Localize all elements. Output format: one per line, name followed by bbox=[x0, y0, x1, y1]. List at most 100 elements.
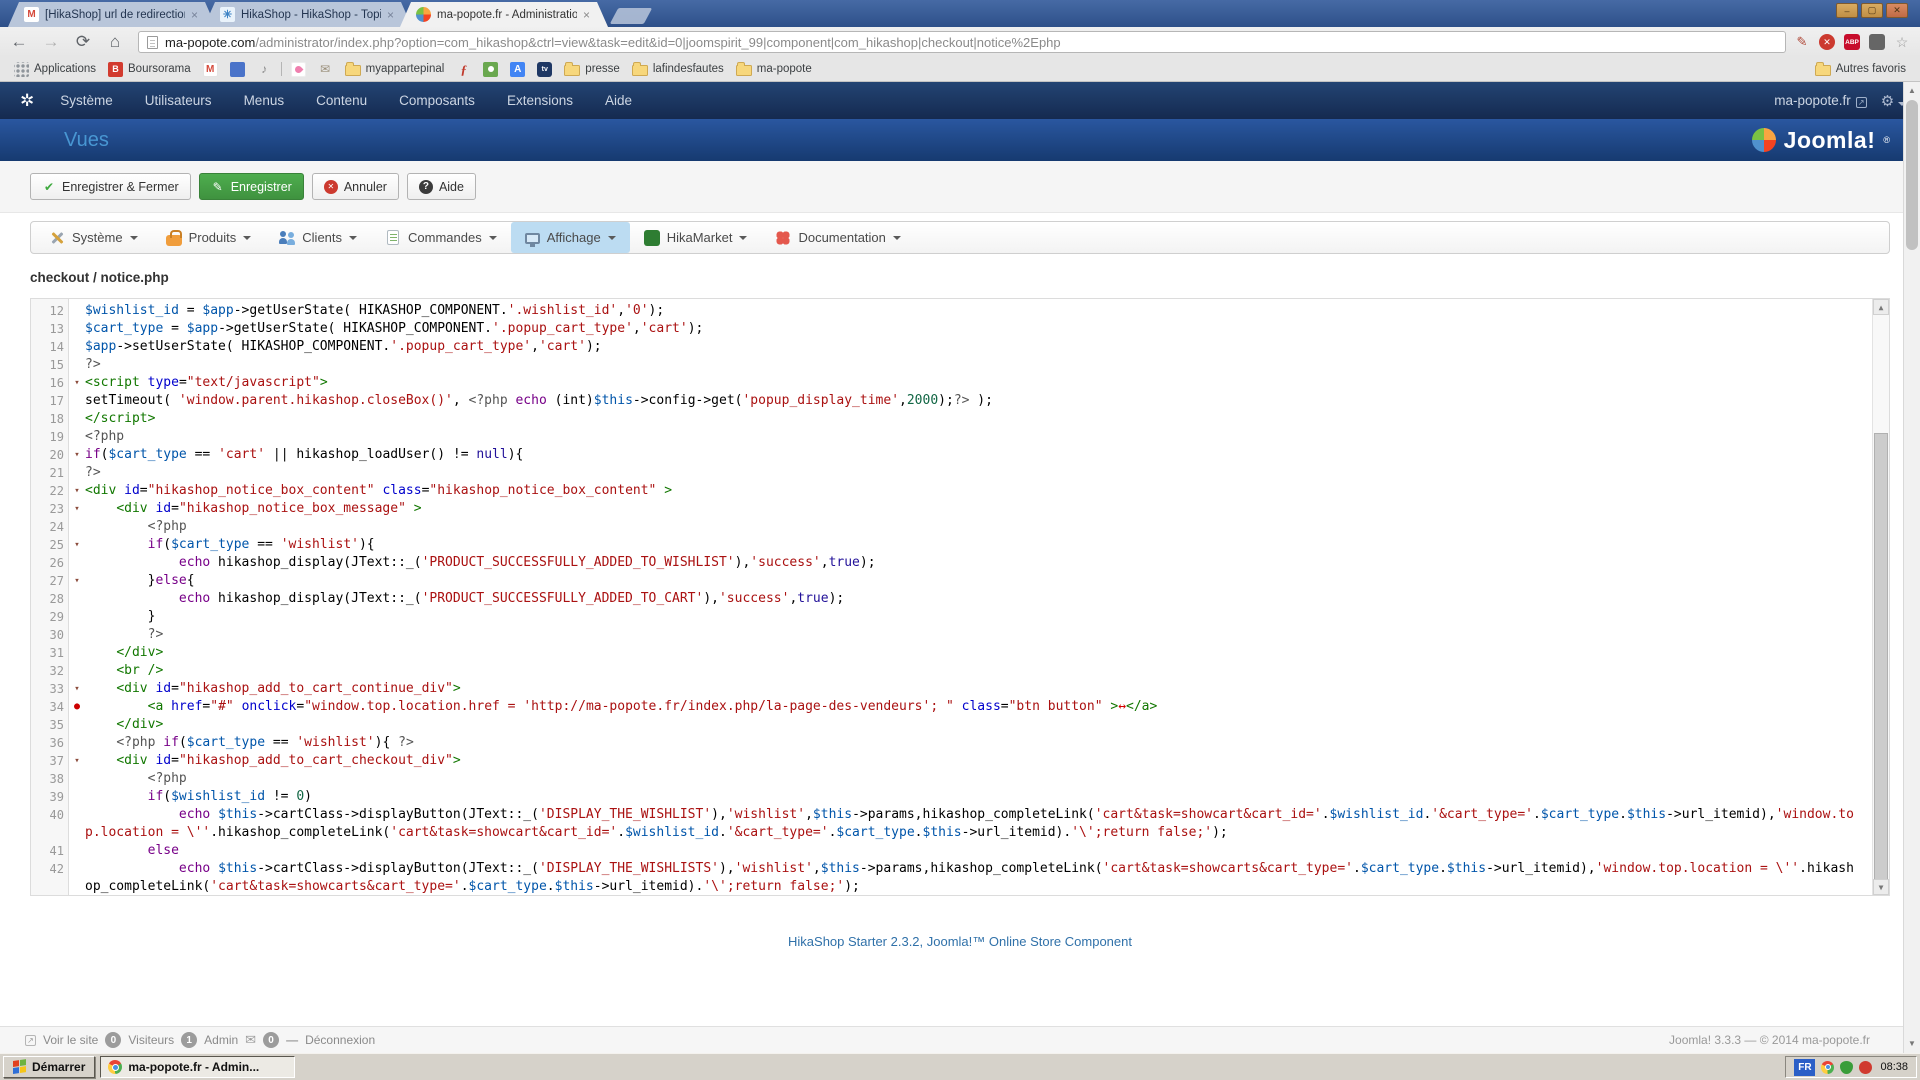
code-line[interactable]: 40 echo $this->cartClass->displayButton(… bbox=[31, 806, 1889, 842]
joomla-nav-item-composants[interactable]: Composants bbox=[383, 82, 491, 119]
bookmark-item[interactable]: ✉ bbox=[312, 60, 339, 79]
bookmark-item[interactable] bbox=[477, 60, 504, 79]
hikashop-menu-clients[interactable]: Clients bbox=[265, 222, 371, 253]
bookmark-item[interactable]: ♪ bbox=[251, 60, 278, 79]
bookmark-item[interactable] bbox=[285, 60, 312, 79]
maximize-button[interactable]: ▢ bbox=[1861, 3, 1883, 18]
forward-button[interactable]: → bbox=[38, 30, 64, 54]
bookmark-item[interactable]: BBoursorama bbox=[102, 60, 197, 79]
editor-scrollbar[interactable]: ▲ ▼ bbox=[1872, 299, 1889, 895]
code-line[interactable]: 32 <br /> bbox=[31, 662, 1889, 680]
hikashop-menu-systeme[interactable]: Système bbox=[35, 222, 152, 253]
joomla-nav-item-extensions[interactable]: Extensions bbox=[491, 82, 589, 119]
start-button[interactable]: Démarrer bbox=[3, 1056, 95, 1078]
chrome-tray-icon[interactable] bbox=[1821, 1061, 1834, 1074]
code-line[interactable]: 39 if($wishlist_id != 0) bbox=[31, 788, 1889, 806]
code-line[interactable]: 41 else bbox=[31, 842, 1889, 860]
bookmark-item[interactable]: A bbox=[504, 60, 531, 79]
code-editor[interactable]: 12$wishlist_id = $app->getUserState( HIK… bbox=[30, 298, 1890, 896]
code-line[interactable]: 13$cart_type = $app->getUserState( HIKAS… bbox=[31, 320, 1889, 338]
new-tab-button[interactable] bbox=[610, 8, 653, 24]
code-line[interactable]: 21?> bbox=[31, 464, 1889, 482]
tab-close-icon[interactable]: × bbox=[583, 8, 590, 22]
bookmark-item[interactable]: presse bbox=[558, 60, 626, 78]
code-line[interactable]: 36 <?php if($cart_type == 'wishlist'){ ?… bbox=[31, 734, 1889, 752]
code-line[interactable]: 35 </div> bbox=[31, 716, 1889, 734]
page-scrollbar[interactable]: ▲ ▼ bbox=[1903, 82, 1920, 1053]
bookmark-item[interactable]: ma-popote bbox=[730, 60, 818, 78]
code-line[interactable]: 31 </div> bbox=[31, 644, 1889, 662]
page-scroll-up-icon[interactable]: ▲ bbox=[1904, 82, 1920, 98]
code-line[interactable]: 14$app->setUserState( HIKASHOP_COMPONENT… bbox=[31, 338, 1889, 356]
code-line[interactable]: 42 echo $this->cartClass->displayButton(… bbox=[31, 860, 1889, 896]
page-scroll-down-icon[interactable]: ▼ bbox=[1904, 1035, 1920, 1051]
home-button[interactable]: ⌂ bbox=[102, 30, 128, 54]
bookmark-item[interactable]: ƒ bbox=[450, 60, 477, 79]
browser-tab[interactable]: ✳HikaShop - HikaShop - Topic:× bbox=[204, 2, 412, 27]
extension-icon[interactable] bbox=[1869, 34, 1885, 50]
minimize-button[interactable]: – bbox=[1836, 3, 1858, 18]
code-line[interactable]: 20▾if($cart_type == 'cart' || hikashop_l… bbox=[31, 446, 1889, 464]
hikashop-menu-hikamarket[interactable]: HikaMarket bbox=[630, 222, 762, 253]
abp-icon[interactable]: ABP bbox=[1844, 34, 1860, 50]
code-line[interactable]: 38 <?php bbox=[31, 770, 1889, 788]
check-button[interactable]: ✔Enregistrer & Fermer bbox=[30, 173, 191, 200]
code-line[interactable]: 24 <?php bbox=[31, 518, 1889, 536]
code-line[interactable]: 28 echo hikashop_display(JText::_('PRODU… bbox=[31, 590, 1889, 608]
code-line[interactable]: 25▾ if($cart_type == 'wishlist'){ bbox=[31, 536, 1889, 554]
bookmark-item[interactable]: tv bbox=[531, 60, 558, 79]
bookmark-item[interactable] bbox=[224, 60, 251, 79]
bookmark-item[interactable]: M bbox=[197, 60, 224, 79]
view-site-link[interactable]: Voir le site bbox=[43, 1033, 98, 1047]
code-line[interactable]: 18</script> bbox=[31, 410, 1889, 428]
code-line[interactable]: 22▾<div id="hikashop_notice_box_content"… bbox=[31, 482, 1889, 500]
hikashop-menu-documentation[interactable]: Documentation bbox=[761, 222, 914, 253]
reload-button[interactable]: ⟳ bbox=[70, 30, 96, 54]
hikashop-menu-commandes[interactable]: Commandes bbox=[371, 222, 511, 253]
code-line[interactable]: 26 echo hikashop_display(JText::_('PRODU… bbox=[31, 554, 1889, 572]
annotate-icon[interactable]: ✎ bbox=[1794, 34, 1810, 50]
browser-tab[interactable]: M[HikaShop] url de redirection× bbox=[8, 2, 216, 27]
code-line[interactable]: 33▾ <div id="hikashop_add_to_cart_contin… bbox=[31, 680, 1889, 698]
hikashop-menu-produits[interactable]: Produits bbox=[152, 222, 266, 253]
hikashop-menu-affichage[interactable]: Affichage bbox=[511, 222, 630, 253]
joomla-nav-item-contenu[interactable]: Contenu bbox=[300, 82, 383, 119]
joomla-nav-item-systeme[interactable]: Système bbox=[44, 82, 129, 119]
address-bar[interactable]: ma-popote.com/administrator/index.php?op… bbox=[138, 31, 1786, 53]
browser-tab[interactable]: ma-popote.fr - Administration× bbox=[400, 2, 608, 27]
scroll-up-icon[interactable]: ▲ bbox=[1873, 299, 1889, 315]
bookmark-item[interactable]: myappartepinal bbox=[339, 60, 451, 78]
alert-tray-icon[interactable] bbox=[1859, 1061, 1872, 1074]
tab-close-icon[interactable]: × bbox=[191, 8, 198, 22]
code-line[interactable]: 34● <a href="#" onclick="window.top.loca… bbox=[31, 698, 1889, 716]
code-line[interactable]: 23▾ <div id="hikashop_notice_box_message… bbox=[31, 500, 1889, 518]
page-scrollbar-thumb[interactable] bbox=[1906, 100, 1918, 250]
tab-close-icon[interactable]: × bbox=[387, 8, 394, 22]
taskbar-task-button[interactable]: ma-popote.fr - Admin... bbox=[100, 1056, 295, 1078]
back-button[interactable]: ← bbox=[6, 30, 32, 54]
logout-link[interactable]: Déconnexion bbox=[305, 1033, 375, 1047]
help-button[interactable]: ?Aide bbox=[407, 173, 476, 200]
bookmark-item[interactable]: Applications bbox=[8, 60, 102, 79]
code-line[interactable]: 16▾<script type="text/javascript"> bbox=[31, 374, 1889, 392]
site-preview-link[interactable]: ma-popote.fr↗ bbox=[1774, 93, 1867, 108]
code-line[interactable]: 12$wishlist_id = $app->getUserState( HIK… bbox=[31, 302, 1889, 320]
blocker-icon[interactable]: ✕ bbox=[1819, 34, 1835, 50]
code-line[interactable]: 15?> bbox=[31, 356, 1889, 374]
language-indicator[interactable]: FR bbox=[1794, 1059, 1815, 1076]
joomla-nav-item-menus[interactable]: Menus bbox=[228, 82, 301, 119]
code-line[interactable]: 17setTimeout( 'window.parent.hikashop.cl… bbox=[31, 392, 1889, 410]
bookmark-item[interactable]: lafindesfautes bbox=[626, 60, 730, 78]
bookmark-star-icon[interactable]: ☆ bbox=[1894, 34, 1910, 50]
code-line[interactable]: 29 } bbox=[31, 608, 1889, 626]
code-line[interactable]: 27▾ }else{ bbox=[31, 572, 1889, 590]
joomla-nav-item-utilisateurs[interactable]: Utilisateurs bbox=[129, 82, 228, 119]
pencil-button[interactable]: ✎Enregistrer bbox=[199, 173, 304, 200]
code-line[interactable]: 37▾ <div id="hikashop_add_to_cart_checko… bbox=[31, 752, 1889, 770]
taskbar-clock[interactable]: 08:38 bbox=[1878, 1061, 1908, 1073]
joomla-nav-item-aide[interactable]: Aide bbox=[589, 82, 648, 119]
other-bookmarks-button[interactable]: Autres favoris bbox=[1809, 60, 1912, 78]
code-line[interactable]: 19<?php bbox=[31, 428, 1889, 446]
hikashop-footer-link[interactable]: HikaShop Starter 2.3.2, Joomla!™ Online … bbox=[788, 934, 1132, 949]
scroll-down-icon[interactable]: ▼ bbox=[1873, 879, 1889, 895]
